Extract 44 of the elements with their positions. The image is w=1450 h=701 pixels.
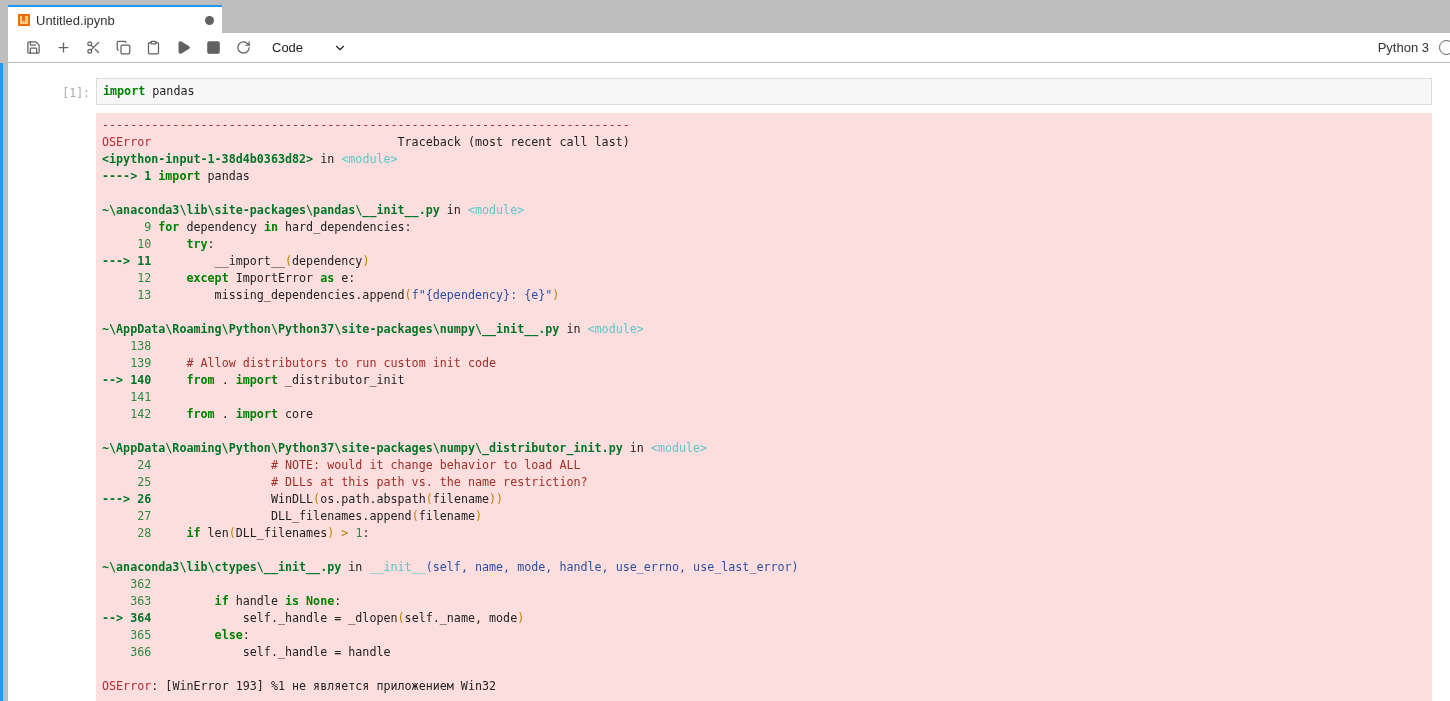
traceback-line: <ipython-input-1-38d4b0363d82> in <module> — [102, 151, 399, 168]
traceback-line: OSError: [WinError 193] %1 не является приложением Win32 — [102, 678, 498, 695]
execution-count: [1]: — [61, 85, 91, 102]
traceback-line: 13 missing_dependencies.append(f"{dependency}: {e}") — [136, 287, 561, 304]
traceback-line: ~\AppData\Roaming\Python\Python37\site-packages\numpy\__init__.py in <module> — [102, 321, 645, 338]
traceback-line: 365 else: — [129, 627, 251, 644]
traceback-line: ---> 26 WinDLL(os.path.abspath(filename)) — [102, 491, 505, 508]
traceback-line: ~\anaconda3\lib\site-packages\pandas\__init__.py in <module> — [102, 202, 526, 219]
traceback-line: 366 self._handle = handle — [129, 644, 392, 661]
traceback-line: ~\AppData\Roaming\Python\Python37\site-packages\numpy\_distributor_init.py in <module> — [102, 440, 709, 457]
traceback-line: 28 if len(DLL_filenames) > 1: — [136, 525, 371, 542]
traceback-line: 141 — [129, 389, 153, 406]
notebook-icon — [18, 14, 30, 26]
traceback-line: 24 # NOTE: would it change behavior to load ALL — [136, 457, 582, 474]
notebook-tab[interactable]: Untitled.ipynb — [8, 5, 222, 33]
traceback-line: 363 if handle is None: — [129, 593, 343, 610]
traceback-line: ~\anaconda3\lib\ctypes\__init__.py in __init__(self, name, mode, handle, use_errno, use_last_error) — [102, 559, 800, 576]
traceback-line: 12 except ImportError as e: — [136, 270, 357, 287]
traceback-line: ---> 11 __import__(dependency) — [102, 253, 371, 270]
traceback-line: ----> 1 import pandas — [102, 168, 251, 185]
traceback-line: 25 # DLLs at this path vs. the name restriction? — [136, 474, 589, 491]
paste-icon — [145, 40, 161, 55]
tab-title: Untitled.ipynb — [36, 12, 116, 28]
traceback-line: 27 DLL_filenames.append(filename) — [136, 508, 483, 525]
save-icon — [25, 40, 41, 55]
code-input[interactable]: import pandas — [96, 78, 1432, 105]
add-cell-icon — [55, 40, 71, 55]
traceback-line: --> 140 from . import _distributor_init — [102, 372, 406, 389]
traceback-line: 10 try: — [136, 236, 216, 253]
copy-icon — [115, 40, 131, 55]
traceback-line: 139 # Allow distributors to run custom init code — [129, 355, 498, 372]
stop-icon — [205, 40, 221, 55]
traceback-line: 362 — [129, 576, 153, 593]
kernel-name[interactable]: Python 3 — [1377, 40, 1429, 55]
traceback-line: 138 — [129, 338, 153, 355]
restart-icon — [235, 40, 251, 55]
traceback-line: OSError Traceback (most recent call last) — [102, 134, 631, 151]
traceback-line: --> 364 self._handle = _dlopen(self._name, mode) — [102, 610, 526, 627]
traceback-line: --------------------------------------------------------------------------- — [102, 117, 631, 134]
cell-type-dropdown[interactable]: Code — [258, 35, 354, 60]
run-icon — [175, 40, 191, 55]
traceback-line: 9 for dependency in hard_dependencies: — [143, 219, 413, 236]
cut-icon — [85, 40, 101, 55]
traceback-line: 142 from . import core — [129, 406, 315, 423]
